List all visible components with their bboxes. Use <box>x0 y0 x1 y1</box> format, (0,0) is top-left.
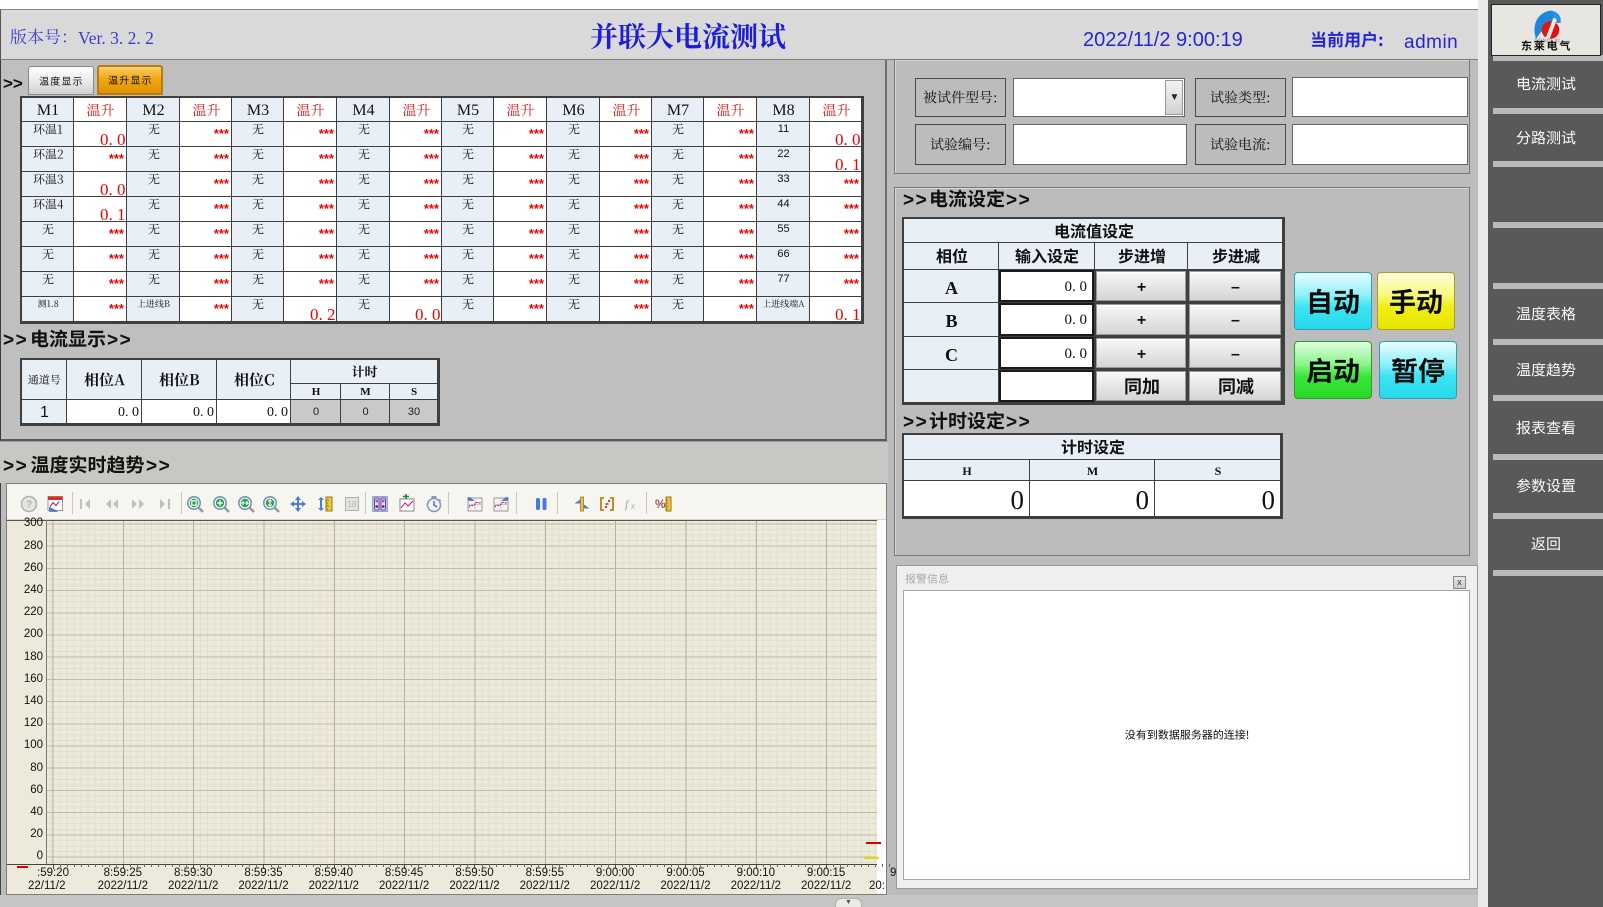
svg-text:x: x <box>630 501 635 511</box>
svg-text:f: f <box>625 497 630 511</box>
svg-text:%: % <box>655 497 666 511</box>
svg-text:?: ? <box>25 500 31 511</box>
svg-text:18: 18 <box>347 500 356 509</box>
